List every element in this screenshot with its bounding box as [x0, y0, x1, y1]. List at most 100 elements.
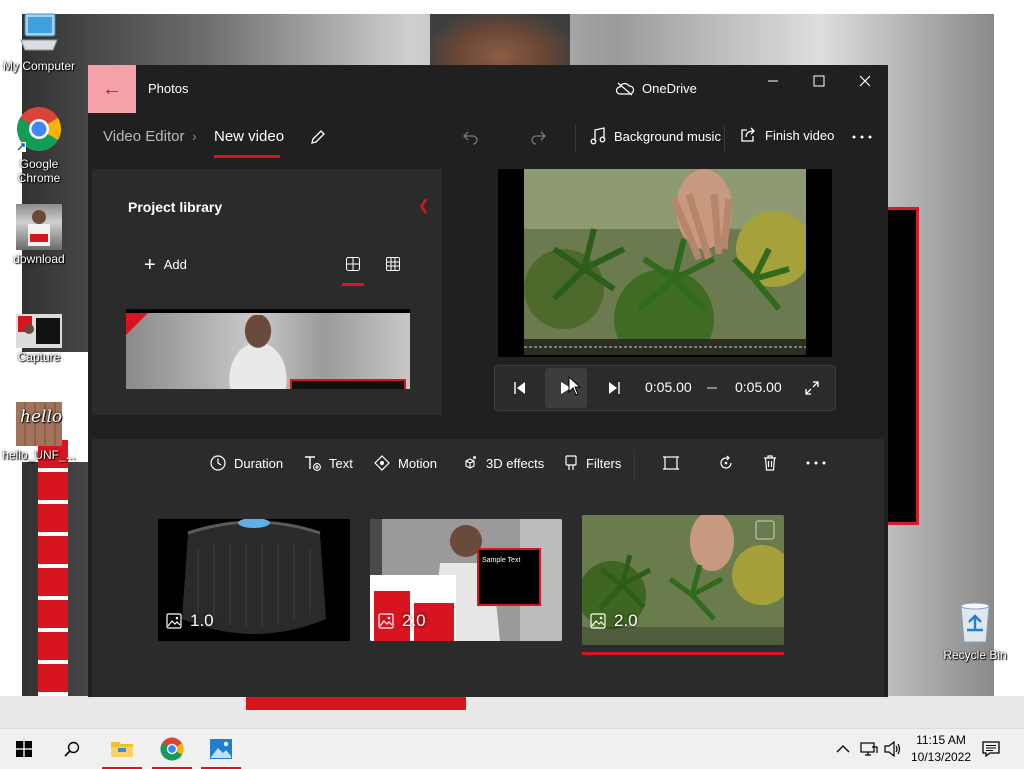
action-center-button[interactable]: [982, 729, 1000, 769]
network-button[interactable]: [860, 729, 878, 769]
onedrive-status[interactable]: OneDrive: [616, 81, 697, 96]
desktop-icon-recycle-bin[interactable]: Recycle Bin: [940, 600, 1010, 662]
computer-icon: [0, 10, 78, 57]
mouse-cursor: [568, 376, 582, 396]
text-label: Text: [329, 455, 353, 471]
redo-button[interactable]: [526, 125, 550, 149]
clip-duration-value: 2.0: [402, 611, 426, 630]
background-music-button[interactable]: Background music: [590, 127, 721, 145]
taskbar-clock[interactable]: 11:15 AM 10/13/2022: [906, 732, 976, 766]
breadcrumb-video-editor[interactable]: Video Editor: [103, 128, 184, 145]
rotate-button[interactable]: [718, 455, 734, 471]
divider: [575, 125, 576, 151]
clip-duration: 2.0: [590, 611, 638, 631]
desktop-icon-label: download: [13, 252, 65, 266]
image-file-icon: hello: [16, 402, 62, 446]
total-time: 0:05.00: [735, 379, 782, 395]
clock-time: 11:15 AM: [916, 733, 966, 747]
image-icon: [378, 613, 394, 629]
maximize-button[interactable]: [796, 65, 842, 97]
small-grid-view-button[interactable]: [381, 257, 405, 279]
back-button[interactable]: ←: [88, 65, 136, 113]
finish-video-button[interactable]: Finish video: [740, 127, 834, 143]
wallpaper-figure: [430, 14, 570, 66]
library-media-thumbnail[interactable]: [126, 309, 410, 389]
divider: [724, 125, 725, 151]
3d-effects-label: 3D effects: [486, 455, 545, 471]
taskbar-app-photos[interactable]: [197, 729, 245, 769]
previous-frame-button[interactable]: [507, 376, 531, 400]
share-export-icon: [741, 127, 755, 142]
minimize-button[interactable]: [750, 65, 796, 97]
desktop-icon-hello[interactable]: hello hello_UNF_...: [0, 402, 78, 462]
seek-bar[interactable]: [707, 387, 717, 389]
crop-icon: [663, 456, 679, 470]
text-button[interactable]: Text: [304, 455, 353, 471]
recycle-bin-icon: [955, 600, 995, 644]
collapse-library-button[interactable]: ❮: [418, 197, 430, 214]
breadcrumb-current-project: New video: [214, 128, 285, 145]
show-hidden-icons-button[interactable]: [836, 729, 850, 769]
breadcrumb-underline: [214, 155, 280, 158]
crop-button[interactable]: [662, 455, 680, 471]
close-icon: [859, 75, 871, 87]
pencil-icon: [311, 130, 325, 144]
volume-button[interactable]: [884, 729, 902, 769]
more-options-button[interactable]: [850, 125, 874, 149]
storyboard-clip-selected[interactable]: 2.0: [582, 515, 784, 645]
video-preview[interactable]: [498, 169, 832, 357]
project-library-title: Project library: [128, 199, 223, 215]
clock-icon: [210, 455, 226, 471]
add-label: Add: [163, 257, 187, 272]
expand-icon: [805, 381, 819, 395]
rename-button[interactable]: [306, 125, 330, 149]
large-grid-view-button[interactable]: [341, 257, 365, 279]
chevron-up-icon: [836, 745, 850, 753]
image-icon: [590, 613, 606, 629]
minimize-icon: [768, 80, 778, 82]
taskbar-app-chrome[interactable]: [148, 729, 196, 769]
view-selected-indicator: [342, 283, 364, 286]
desktop-icon-label: My Computer: [2, 59, 76, 73]
storyboard-panel: Duration Text Motion 3D effects Filters …: [92, 439, 884, 697]
back-arrow-icon: ←: [102, 77, 122, 100]
add-media-button[interactable]: + Add: [144, 255, 187, 275]
image-file-icon: [16, 314, 62, 348]
3d-effects-button[interactable]: 3D effects: [462, 455, 544, 471]
cloud-off-icon: [616, 82, 634, 95]
image-icon: [166, 613, 182, 629]
desktop-icon-google-chrome[interactable]: Google Chrome: [0, 106, 78, 185]
desktop-icon-download[interactable]: download: [0, 204, 78, 266]
close-button[interactable]: [842, 65, 888, 97]
motion-button[interactable]: Motion: [374, 455, 437, 471]
finish-video-label: Finish video: [765, 127, 835, 143]
desktop-icon-my-computer[interactable]: My Computer: [0, 10, 78, 73]
rotate-icon: [720, 455, 732, 469]
network-icon: [860, 742, 878, 756]
filters-label: Filters: [586, 455, 622, 471]
start-button[interactable]: [0, 729, 48, 769]
thumbnail-subject: [208, 315, 308, 389]
taskbar: 11:15 AM 10/13/2022: [0, 728, 1024, 769]
storyboard-clip[interactable]: 1.0: [158, 519, 350, 641]
desktop-icon-label: Capture: [17, 350, 61, 364]
next-frame-button[interactable]: [603, 376, 627, 400]
storyboard-clip[interactable]: Sample Text 2.0: [370, 519, 562, 641]
duration-button[interactable]: Duration: [210, 455, 283, 471]
taskbar-app-file-explorer[interactable]: [98, 729, 146, 769]
skip-back-icon: [514, 382, 525, 394]
desktop-icon-capture[interactable]: Capture: [0, 314, 78, 364]
search-button[interactable]: [48, 729, 96, 769]
wallpaper-strip: [0, 0, 1024, 14]
clip-duration: 1.0: [166, 611, 214, 631]
undo-button[interactable]: [459, 125, 483, 149]
motion-label: Motion: [398, 455, 438, 471]
more-icon: [806, 461, 826, 465]
photos-window: ← Photos OneDrive Video Editor › New vid…: [88, 65, 888, 697]
delete-button[interactable]: [762, 455, 778, 471]
filters-button[interactable]: Filters: [564, 455, 621, 471]
fullscreen-button[interactable]: [800, 376, 824, 400]
chevron-right-icon: ›: [192, 128, 197, 144]
clip-duration-value: 1.0: [190, 611, 214, 630]
more-tools-button[interactable]: [806, 455, 826, 471]
